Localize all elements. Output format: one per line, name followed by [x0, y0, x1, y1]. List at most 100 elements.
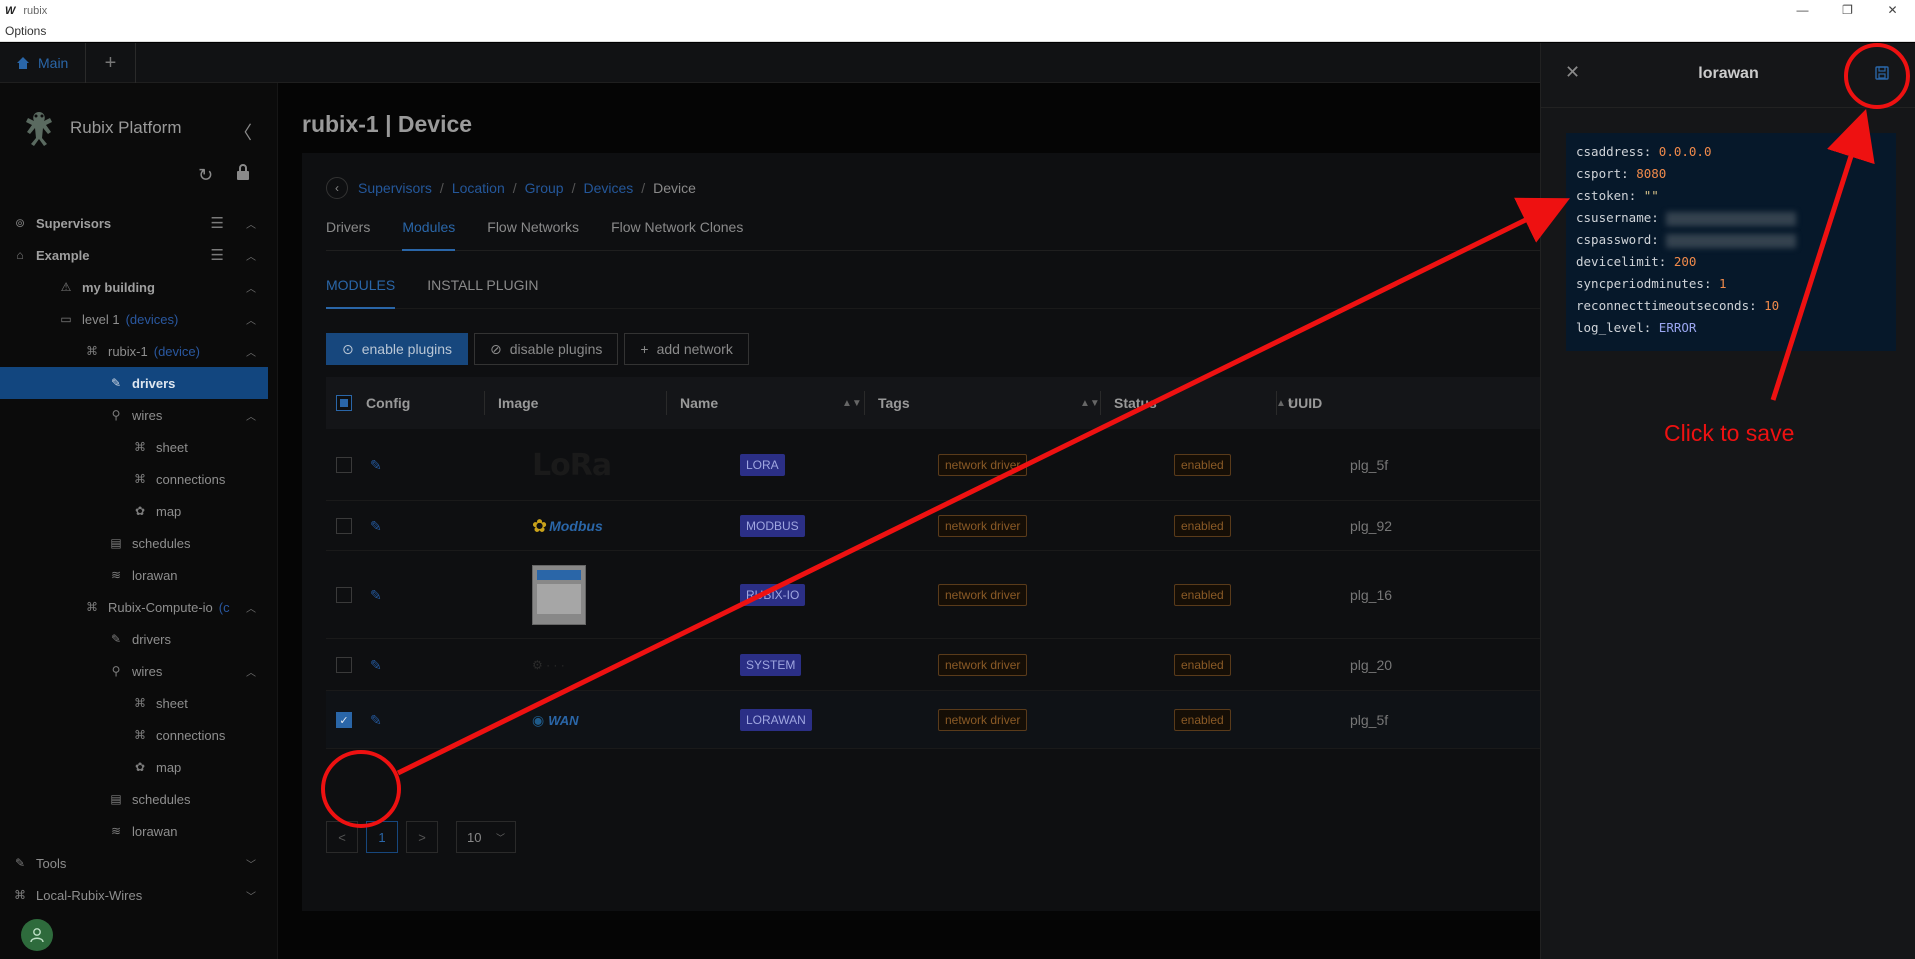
- edit-icon[interactable]: ✎: [370, 587, 382, 604]
- sidebar-item-schedules[interactable]: ▤ schedules: [0, 783, 268, 815]
- row-checkbox[interactable]: [336, 587, 352, 603]
- chevron-icon[interactable]: ︿: [246, 312, 256, 327]
- tab-flow-network-clones[interactable]: Flow Network Clones: [611, 211, 743, 251]
- col-tags[interactable]: Tags ▲▼: [878, 377, 1100, 429]
- sidebar-item-rubix-1[interactable]: ⌘ rubix-1 (device) ︿: [0, 335, 268, 367]
- sidebar-item-label: connections: [156, 471, 226, 487]
- row-checkbox[interactable]: [336, 457, 352, 473]
- next-page-button[interactable]: >: [406, 821, 438, 853]
- breadcrumb-separator: /: [439, 180, 444, 196]
- select-all-checkbox[interactable]: [336, 395, 352, 411]
- restore-button[interactable]: ❐: [1825, 0, 1870, 21]
- chevron-icon[interactable]: ︿: [246, 248, 256, 263]
- sidebar-item-schedules[interactable]: ▤ schedules: [0, 527, 268, 559]
- sidebar-item-wires[interactable]: ⚲ wires ︿: [0, 655, 268, 687]
- refresh-icon[interactable]: ↻: [198, 165, 213, 186]
- add-network-button[interactable]: + add network: [624, 333, 749, 365]
- tree-node-icon: ▤: [110, 536, 122, 550]
- add-tab-button[interactable]: +: [86, 43, 136, 83]
- tree-node-icon: ✎: [110, 632, 122, 646]
- breadcrumb-group[interactable]: Group: [525, 180, 564, 196]
- table-row[interactable]: ✎ LoRa LORA network driver enabled plg_5f: [326, 429, 1540, 501]
- tree-node-icon: ⌘: [134, 728, 146, 742]
- sidebar-item-sheet[interactable]: ⌘ sheet: [0, 431, 268, 463]
- breadcrumb-supervisors[interactable]: Supervisors: [358, 180, 432, 196]
- play-circle-icon: ⊙: [342, 340, 354, 357]
- edit-icon[interactable]: ✎: [370, 457, 382, 474]
- table-row[interactable]: ✎ RUBIX-IO network driver enabled plg_16: [326, 551, 1540, 639]
- page-1-button[interactable]: 1: [366, 821, 398, 853]
- hamburger-menu-icon[interactable]: ☰: [211, 214, 224, 232]
- minimize-button[interactable]: —: [1780, 0, 1825, 21]
- sidebar-item-my-building[interactable]: ⚠ my building ︿: [0, 271, 268, 303]
- tab-flow-networks[interactable]: Flow Networks: [487, 211, 579, 251]
- sidebar-item-local-rubix-wires[interactable]: ⌘ Local-Rubix-Wires ﹀: [0, 879, 268, 911]
- config-editor[interactable]: csaddress: 0.0.0.0 csport: 8080 cstoken: "…: [1566, 133, 1896, 351]
- hamburger-menu-icon[interactable]: ☰: [211, 246, 224, 264]
- sidebar-item-supervisors[interactable]: ⊚ Supervisors ☰ ︿: [0, 207, 268, 239]
- sidebar-item-connections[interactable]: ⌘ connections: [0, 463, 268, 495]
- sidebar-item-sheet[interactable]: ⌘ sheet: [0, 687, 268, 719]
- sidebar-item-lorawan[interactable]: ≋ lorawan: [0, 815, 268, 847]
- plugin-tag: network driver: [938, 654, 1028, 676]
- tab-modules[interactable]: Modules: [402, 211, 456, 251]
- row-checkbox[interactable]: ✓: [336, 712, 352, 728]
- chevron-icon[interactable]: ﹀: [246, 856, 256, 871]
- plugin-tag: network driver: [938, 584, 1028, 606]
- tab-drivers[interactable]: Drivers: [326, 211, 370, 251]
- prev-page-button[interactable]: <: [326, 821, 358, 853]
- sidebar-item-drivers[interactable]: ✎ drivers: [0, 623, 268, 655]
- chevron-icon[interactable]: ︿: [246, 664, 256, 679]
- col-name[interactable]: Name ▲▼: [680, 377, 862, 429]
- table-row[interactable]: ✎ ⚙ · · · SYSTEM network driver enabled plg_2…: [326, 639, 1540, 691]
- close-window-button[interactable]: ✕: [1870, 0, 1915, 21]
- tab-main[interactable]: Main: [0, 43, 86, 83]
- collapse-sidebar-icon[interactable]: 〈: [234, 119, 252, 145]
- col-uuid: UUID: [1288, 395, 1323, 411]
- chevron-icon[interactable]: ︿: [246, 344, 256, 359]
- sidebar-item-label: wires: [132, 407, 163, 423]
- sidebar-item-rubix-compute-io[interactable]: ⌘ Rubix-Compute-io (c ︿: [0, 591, 268, 623]
- subtab-install-plugin[interactable]: INSTALL PLUGIN: [427, 265, 538, 309]
- user-avatar[interactable]: [21, 919, 53, 951]
- sidebar-item-drivers[interactable]: ✎ drivers: [0, 367, 268, 399]
- edit-icon[interactable]: ✎: [370, 712, 382, 729]
- sidebar-item-map[interactable]: ✿ map: [0, 495, 268, 527]
- edit-icon[interactable]: ✎: [370, 518, 382, 535]
- chevron-icon[interactable]: ︿: [246, 280, 256, 295]
- sidebar-item-label: Rubix-Compute-io: [108, 599, 213, 615]
- page-size-select[interactable]: 10 ﹀: [456, 821, 516, 853]
- subtab-modules[interactable]: MODULES: [326, 265, 396, 309]
- sidebar-item-example[interactable]: ⌂ Example ☰ ︿: [0, 239, 268, 271]
- sidebar-item-tools[interactable]: ✎ Tools ﹀: [0, 847, 268, 879]
- table-row[interactable]: ✎ ✿ Modbus MODBUS network driver enabled plg_9…: [326, 501, 1540, 551]
- save-icon[interactable]: [1875, 66, 1889, 84]
- chevron-icon[interactable]: ﹀: [246, 888, 256, 903]
- sidebar-item-connections[interactable]: ⌘ connections: [0, 719, 268, 751]
- rubix-io-device-image: [532, 565, 586, 625]
- disable-plugins-button[interactable]: ⊘ disable plugins: [474, 333, 619, 365]
- chevron-icon[interactable]: ︿: [246, 408, 256, 423]
- breadcrumb-location[interactable]: Location: [452, 180, 505, 196]
- row-checkbox[interactable]: [336, 518, 352, 534]
- col-status[interactable]: Status ▲▼: [1114, 377, 1296, 429]
- col-status-label: Status: [1114, 395, 1157, 411]
- drawer-header: ✕ lorawan: [1541, 43, 1915, 108]
- tree-node-icon: ⌘: [86, 344, 98, 358]
- lock-icon[interactable]: [236, 164, 250, 184]
- breadcrumb-devices[interactable]: Devices: [583, 180, 633, 196]
- enable-plugins-button[interactable]: ⊙ enable plugins: [326, 333, 469, 365]
- table-row[interactable]: ✓ ✎ ◉ WAN LORAWAN network driver enabled plg_5f: [326, 691, 1540, 749]
- row-checkbox[interactable]: [336, 657, 352, 673]
- sidebar-item-type: (devices): [125, 311, 179, 327]
- sidebar-item-map[interactable]: ✿ map: [0, 751, 268, 783]
- back-icon[interactable]: ‹: [326, 177, 348, 199]
- sidebar-item-label: sheet: [156, 695, 188, 711]
- sidebar-item-wires[interactable]: ⚲ wires ︿: [0, 399, 268, 431]
- chevron-icon[interactable]: ︿: [246, 600, 256, 615]
- menu-options[interactable]: Options: [5, 24, 46, 38]
- sidebar-item-lorawan[interactable]: ≋ lorawan: [0, 559, 268, 591]
- chevron-icon[interactable]: ︿: [246, 216, 256, 231]
- sidebar-item-level-1[interactable]: ▭ level 1 (devices) ︿: [0, 303, 268, 335]
- edit-icon[interactable]: ✎: [370, 657, 382, 674]
